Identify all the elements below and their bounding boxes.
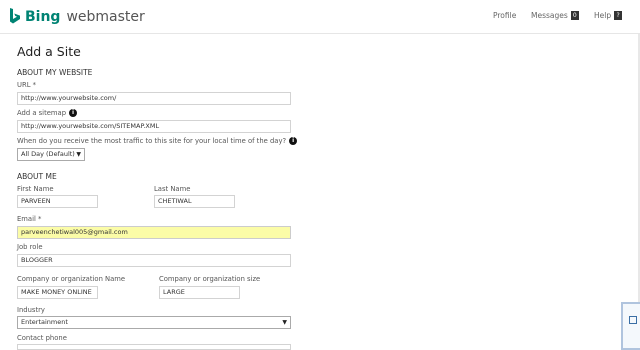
industry-select[interactable]: Entertainment ▼ <box>17 316 291 329</box>
job-role-input[interactable]: BLOGGER <box>17 254 291 267</box>
nav-help[interactable]: Help ? <box>594 11 623 20</box>
traffic-label: When do you receive the most traffic to … <box>17 137 298 145</box>
last-name-input[interactable]: CHETIWAL <box>154 195 235 208</box>
industry-label: Industry <box>17 306 45 314</box>
nav-messages[interactable]: Messages 0 <box>531 11 579 20</box>
contact-phone-label: Contact phone <box>17 334 67 342</box>
job-role-label: Job role <box>17 243 43 251</box>
nav-profile[interactable]: Profile <box>493 11 516 20</box>
sitemap-input[interactable]: http://www.yourwebsite.com/SITEMAP.XML <box>17 120 291 133</box>
url-label-text: URL * <box>17 81 37 89</box>
company-size-input[interactable]: LARGE <box>159 286 240 299</box>
window-icon <box>629 316 637 324</box>
brand-name: Bing <box>25 8 61 25</box>
messages-count-badge: 0 <box>570 11 579 20</box>
first-name-input[interactable]: PARVEEN <box>17 195 98 208</box>
nav-messages-label: Messages <box>531 11 568 20</box>
last-name-label-text: Last Name <box>154 185 191 193</box>
floating-widget[interactable] <box>621 302 640 350</box>
page-title: Add a Site <box>17 44 81 59</box>
contact-phone-input[interactable] <box>17 344 291 350</box>
product-name: webmaster <box>66 8 145 25</box>
sitemap-label: Add a sitemap i <box>17 109 78 117</box>
traffic-label-text: When do you receive the most traffic to … <box>17 137 287 145</box>
url-input[interactable]: http://www.yourwebsite.com/ <box>17 92 291 105</box>
caret-down-icon: ▼ <box>76 151 81 158</box>
job-role-label-text: Job role <box>17 243 43 251</box>
company-size-label-text: Company or organization size <box>159 275 261 283</box>
section-heading-website: ABOUT MY WEBSITE <box>17 68 93 77</box>
info-circle-icon[interactable]: i <box>289 137 298 145</box>
email-input[interactable]: parveenchetiwal005@gmail.com <box>17 226 291 239</box>
email-label-text: Email * <box>17 215 42 223</box>
first-name-label: First Name <box>17 185 54 193</box>
top-bar: Bing webmaster Profile Messages 0 Help ? <box>0 0 640 34</box>
nav-profile-label: Profile <box>493 11 517 20</box>
url-label: URL * <box>17 81 36 89</box>
last-name-label: Last Name <box>154 185 190 193</box>
traffic-time-select[interactable]: All Day (Default) ▼ <box>17 148 85 161</box>
company-size-label: Company or organization size <box>159 275 260 283</box>
company-name-label-text: Company or organization Name <box>17 275 126 283</box>
email-label: Email * <box>17 215 41 223</box>
sitemap-label-text: Add a sitemap <box>17 109 67 117</box>
company-name-input[interactable]: MAKE MONEY ONLINE <box>17 286 98 299</box>
contact-phone-label-text: Contact phone <box>17 334 67 342</box>
bing-logo-icon <box>10 8 20 24</box>
bing-webmaster-logo[interactable]: Bing webmaster <box>9 8 145 25</box>
section-heading-about-me: ABOUT ME <box>17 172 57 181</box>
company-name-label: Company or organization Name <box>17 275 125 283</box>
help-icon: ? <box>614 11 623 20</box>
nav-help-label: Help <box>594 11 612 20</box>
caret-down-icon: ▼ <box>282 319 287 326</box>
info-circle-icon[interactable]: i <box>69 109 78 117</box>
traffic-time-value: All Day (Default) <box>21 150 75 158</box>
industry-label-text: Industry <box>17 306 45 314</box>
first-name-label-text: First Name <box>17 185 54 193</box>
industry-value: Entertainment <box>21 318 68 326</box>
